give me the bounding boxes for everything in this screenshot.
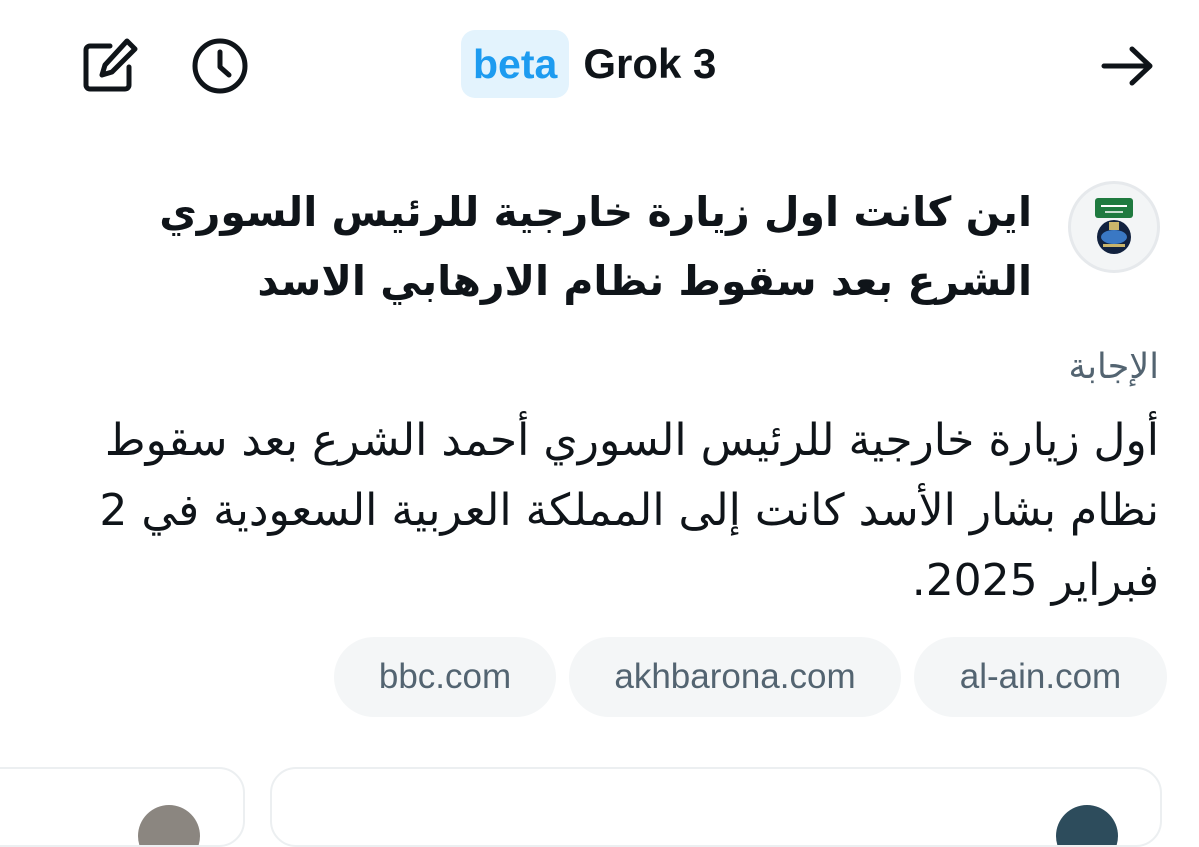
app-title: Grok 3 — [583, 40, 717, 87]
card-avatar — [138, 805, 200, 845]
compose-button[interactable] — [78, 36, 142, 96]
history-button[interactable] — [188, 34, 252, 98]
source-chip-bbc[interactable]: bbc.com — [334, 637, 556, 717]
compose-icon — [83, 38, 138, 92]
beta-badge: beta — [461, 30, 570, 98]
source-chip-al-ain[interactable]: al-ain.com — [914, 637, 1167, 717]
related-card-left[interactable] — [0, 767, 245, 847]
history-clock-icon — [192, 38, 248, 94]
related-card-right[interactable] — [270, 767, 1162, 847]
source-chip-akhbarona[interactable]: akhbarona.com — [569, 637, 901, 717]
arrow-right-icon — [1101, 46, 1153, 86]
answer-text: أول زيارة خارجية للرئيس السوري أحمد الشر… — [99, 415, 1159, 606]
user-question: اين كانت اول زيارة خارجية للرئيس السوري … — [159, 188, 1032, 305]
app-title-group: beta Grok 3 — [461, 30, 716, 98]
user-avatar[interactable] — [1068, 181, 1160, 273]
forward-button[interactable] — [1096, 38, 1160, 94]
card-avatar — [1056, 805, 1118, 845]
avatar-image-icon — [1071, 184, 1157, 270]
top-bar: beta Grok 3 — [0, 0, 1199, 135]
answer-label: الإجابة — [1068, 347, 1160, 387]
